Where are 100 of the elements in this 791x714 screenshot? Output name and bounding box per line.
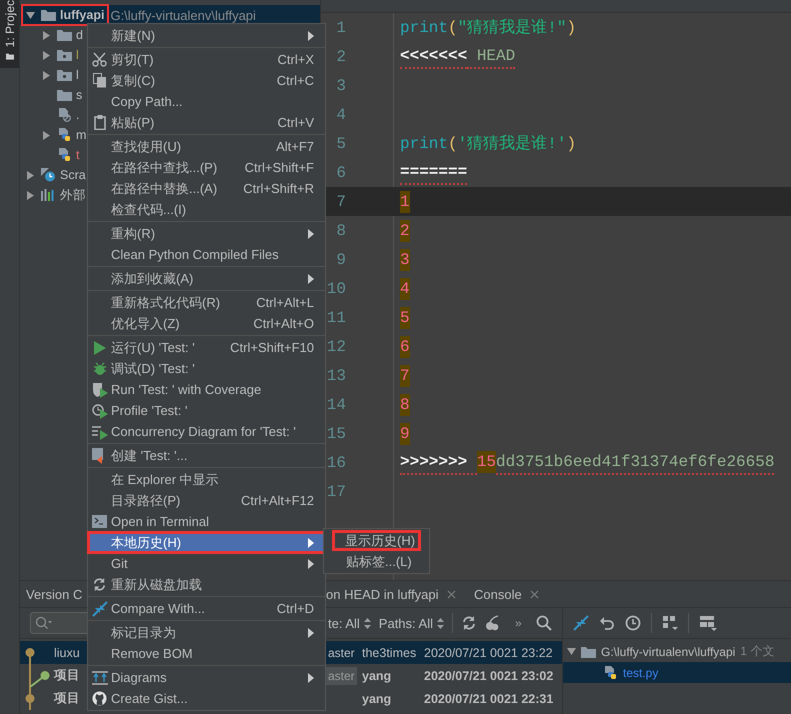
menu-item[interactable]: 贴标签...(L) — [324, 551, 429, 572]
menu-item[interactable]: Profile 'Test: ' — [88, 400, 325, 421]
code-line: print("猜猜我是谁!") — [400, 18, 576, 38]
menu-item[interactable]: Open in Terminal — [88, 511, 325, 532]
menu-item[interactable]: Remove BOM — [88, 643, 325, 664]
expanded-arrow-icon[interactable] — [26, 10, 35, 20]
tree-item-label[interactable]: s — [76, 88, 82, 102]
menu-item[interactable]: Clean Python Compiled Files — [88, 244, 325, 265]
up-down-arrows-icon — [364, 618, 371, 628]
python-file-icon — [57, 148, 72, 162]
collapsed-arrow-icon[interactable] — [42, 30, 51, 40]
collapsed-arrow-icon[interactable] — [42, 50, 51, 60]
menu-item[interactable]: Copy Path... — [88, 91, 325, 112]
scissors-icon — [92, 52, 107, 67]
menu-item[interactable]: 重新格式化代码(R) Ctrl+Alt+L — [88, 292, 325, 313]
line-number: 10 — [326, 280, 346, 298]
menu-item[interactable]: 标记目录为 — [88, 622, 325, 643]
menu-item[interactable]: Diagrams — [88, 667, 325, 688]
project-tool-tab[interactable]: 1: Projec — [0, 0, 19, 68]
close-icon[interactable] — [530, 590, 539, 598]
menu-item[interactable]: 创建 'Test: '... — [88, 445, 325, 466]
changed-file-row[interactable]: test.py — [563, 662, 791, 683]
menu-item[interactable]: 剪切(T) Ctrl+X — [88, 49, 325, 70]
file-tree-label: test.py — [623, 666, 658, 680]
menu-item[interactable]: 在路径中替换...(A) Ctrl+Shift+R — [88, 178, 325, 199]
filter-dropdown[interactable]: Paths: All — [378, 616, 444, 630]
cherry-icon[interactable] — [485, 615, 501, 631]
menu-item[interactable]: 粘贴(P) Ctrl+V — [88, 112, 325, 133]
menu-item[interactable]: 显示历史(H) — [332, 530, 421, 551]
history-clock-icon[interactable] — [625, 615, 641, 631]
tree-item-label[interactable]: Scra — [60, 168, 86, 182]
refresh-icon — [92, 577, 107, 592]
changed-file-row[interactable]: G:\luffy-virtualenv\luffyapi 1 个文 — [563, 641, 791, 662]
line-number: 1 — [335, 18, 346, 36]
menu-item[interactable]: 复制(C) Ctrl+C — [88, 70, 325, 91]
commit-author: yang — [362, 668, 392, 685]
tree-item-label[interactable]: d — [76, 28, 83, 42]
commit-date: 2020/07/21 0021 23:22 — [424, 641, 562, 664]
collapsed-arrow-icon[interactable] — [42, 70, 51, 80]
collapsed-arrow-icon[interactable] — [26, 170, 35, 180]
layout-icon[interactable] — [699, 615, 717, 631]
menu-item[interactable]: 查找使用(U) Alt+F7 — [88, 136, 325, 157]
search-icon[interactable] — [536, 615, 552, 631]
tree-item-label[interactable]: luffyapi — [60, 8, 104, 22]
line-number: 6 — [335, 164, 346, 182]
menu-item[interactable]: 在 Explorer 中显示 — [88, 469, 325, 490]
tree-item-label[interactable]: m — [76, 128, 86, 142]
collapsed-arrow-icon[interactable] — [42, 130, 51, 140]
compare-arrows-icon — [92, 600, 108, 616]
menu-item[interactable]: 检查代码...(I) — [88, 199, 325, 220]
line-number: 3 — [335, 76, 346, 94]
menu-item[interactable]: 重新从磁盘加载 — [88, 574, 325, 595]
code-line: >>>>>>> 15dd3751b6eed41f31374ef6fe26658 — [400, 450, 774, 474]
menu-item[interactable]: Git — [88, 553, 325, 574]
menu-item[interactable]: 本地历史(H) — [88, 532, 325, 553]
line-number: 17 — [326, 482, 346, 500]
folder-icon — [4, 53, 16, 60]
close-icon[interactable] — [446, 590, 456, 598]
branch-label: aster — [326, 666, 357, 684]
tree-item-label[interactable]: . — [76, 108, 80, 122]
group-by-icon[interactable] — [662, 615, 678, 631]
tool-window-tab[interactable]: Console — [474, 581, 539, 607]
more-button[interactable]: » — [515, 616, 522, 630]
line-number: 13 — [326, 366, 346, 384]
code-line: <<<<<<< HEAD — [400, 44, 516, 68]
filter-dropdown[interactable]: te: All — [328, 616, 371, 630]
menu-item[interactable]: 优化导入(Z) Ctrl+Alt+O — [88, 313, 325, 334]
tree-item-label[interactable]: l — [76, 68, 79, 82]
menu-item[interactable]: Run 'Test: ' with Coverage — [88, 379, 325, 400]
menu-item[interactable]: 在路径中查找...(P) Ctrl+Shift+F — [88, 157, 325, 178]
compare-arrows-icon[interactable] — [573, 615, 589, 631]
menu-item[interactable]: 运行(U) 'Test: ' Ctrl+Shift+F10 — [88, 337, 325, 358]
folder-icon — [57, 89, 72, 101]
up-down-arrows-icon — [437, 618, 444, 628]
tree-row-selected[interactable]: luffyapi G:\luffy-virtualenv\luffyapi — [20, 5, 320, 25]
menu-item[interactable]: 目录路径(P) Ctrl+Alt+F12 — [88, 490, 325, 511]
libraries-icon — [41, 189, 56, 201]
code-line: print('猜猜我是谁!') — [400, 134, 576, 154]
tool-window-tab[interactable]: on HEAD in luffyapi — [326, 581, 474, 607]
menu-item[interactable]: 重构(R) — [88, 223, 325, 244]
diagram-icon — [92, 670, 108, 684]
tree-item-label[interactable]: t — [76, 148, 80, 162]
commit-author: yang — [362, 690, 392, 708]
refresh-icon[interactable] — [461, 615, 477, 631]
menu-item[interactable]: Create Gist... — [88, 688, 325, 709]
menu-item[interactable]: Compare With... Ctrl+D — [88, 598, 325, 619]
menu-item[interactable]: 添加到收藏(A) — [88, 268, 325, 289]
menu-item[interactable]: Concurrency Diagram for 'Test: ' — [88, 421, 325, 442]
tree-item-label[interactable]: l — [76, 48, 79, 62]
search-icon — [35, 616, 53, 630]
copy-icon — [92, 73, 106, 88]
expanded-arrow-icon[interactable] — [567, 647, 576, 656]
menu-item[interactable]: 新建(N) — [88, 25, 325, 46]
menu-item[interactable]: 调试(D) 'Test: ' — [88, 358, 325, 379]
undo-icon[interactable] — [599, 615, 615, 631]
folder-icon — [57, 29, 72, 41]
tree-item-label[interactable]: 外部 — [60, 186, 86, 204]
collapsed-arrow-icon[interactable] — [26, 190, 35, 200]
code-line: ======= — [400, 160, 468, 184]
commit-date: 2020/07/21 0021 22:31 — [424, 690, 554, 708]
